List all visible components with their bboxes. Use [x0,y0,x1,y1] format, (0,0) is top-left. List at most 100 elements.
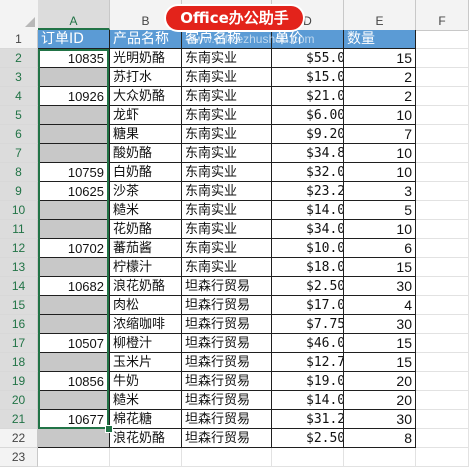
empty-cell-f[interactable] [416,49,469,68]
product-cell[interactable]: 光明奶酪 [110,49,182,68]
empty-cell-f[interactable] [416,372,469,391]
order-id-cell[interactable]: 10702 [38,239,110,258]
empty-cell-f[interactable] [416,277,469,296]
price-cell[interactable]: $19.00 [272,372,344,391]
price-cell[interactable]: $10.00 [272,239,344,258]
order-id-cell[interactable] [38,315,110,334]
customer-cell[interactable]: 坦森行贸易 [182,334,272,353]
row-header[interactable]: 14 [0,277,38,296]
product-cell[interactable]: 龙虾 [110,106,182,125]
order-id-cell[interactable] [38,68,110,87]
product-cell[interactable]: 酸奶酪 [110,144,182,163]
empty-cell[interactable] [344,448,416,467]
product-cell[interactable]: 花奶酪 [110,220,182,239]
customer-cell[interactable]: 东南实业 [182,201,272,220]
product-cell[interactable]: 牛奶 [110,372,182,391]
customer-cell[interactable]: 东南实业 [182,182,272,201]
price-cell[interactable]: $17.00 [272,296,344,315]
row-header[interactable]: 9 [0,182,38,201]
order-id-cell[interactable]: 10759 [38,163,110,182]
product-cell[interactable]: 蕃茄酱 [110,239,182,258]
customer-cell[interactable]: 东南实业 [182,125,272,144]
order-id-cell[interactable]: 10856 [38,372,110,391]
row-header[interactable]: 10 [0,201,38,220]
empty-cell-f[interactable] [416,87,469,106]
product-cell[interactable]: 白奶酪 [110,163,182,182]
column-header-E[interactable]: E [344,0,416,30]
row-header[interactable]: 6 [0,125,38,144]
order-id-cell[interactable] [38,258,110,277]
empty-cell-f[interactable] [416,429,469,448]
empty-cell-f[interactable] [416,106,469,125]
price-cell[interactable]: $18.00 [272,258,344,277]
row-header[interactable]: 11 [0,220,38,239]
customer-cell[interactable]: 坦森行贸易 [182,296,272,315]
quantity-cell[interactable]: 10 [344,163,416,182]
price-cell[interactable]: $12.75 [272,353,344,372]
quantity-cell[interactable]: 2 [344,68,416,87]
price-cell[interactable]: $34.00 [272,220,344,239]
product-cell[interactable]: 沙茶 [110,182,182,201]
order-id-cell[interactable]: 10926 [38,87,110,106]
quantity-cell[interactable]: 2 [344,87,416,106]
product-cell[interactable]: 浓缩咖啡 [110,315,182,334]
product-cell[interactable]: 柳橙汁 [110,334,182,353]
empty-cell-f[interactable] [416,163,469,182]
price-cell[interactable]: $32.00 [272,163,344,182]
product-cell[interactable]: 肉松 [110,296,182,315]
row-header[interactable]: 23 [0,448,38,467]
price-cell[interactable]: $31.23 [272,410,344,429]
empty-cell-f[interactable] [416,182,469,201]
empty-cell-f[interactable] [416,296,469,315]
empty-cell-f[interactable] [416,353,469,372]
customer-cell[interactable]: 东南实业 [182,68,272,87]
quantity-cell[interactable]: 20 [344,391,416,410]
quantity-cell[interactable]: 15 [344,353,416,372]
quantity-cell[interactable]: 20 [344,372,416,391]
quantity-cell[interactable]: 30 [344,410,416,429]
product-cell[interactable]: 柠檬汁 [110,258,182,277]
product-cell[interactable]: 大众奶酪 [110,87,182,106]
customer-cell[interactable]: 东南实业 [182,87,272,106]
row-header[interactable]: 22 [0,429,38,448]
price-cell[interactable]: $21.00 [272,87,344,106]
quantity-cell[interactable]: 10 [344,144,416,163]
customer-cell[interactable]: 坦森行贸易 [182,372,272,391]
row-header[interactable]: 2 [0,49,38,68]
row-header[interactable]: 19 [0,372,38,391]
customer-cell[interactable]: 东南实业 [182,220,272,239]
quantity-cell[interactable]: 30 [344,277,416,296]
select-all-corner[interactable] [0,0,39,30]
cell-f1[interactable] [416,30,469,49]
row-header[interactable]: 1 [0,30,38,49]
empty-cell[interactable] [272,448,344,467]
customer-cell[interactable]: 坦森行贸易 [182,277,272,296]
row-header[interactable]: 18 [0,353,38,372]
quantity-cell[interactable]: 8 [344,429,416,448]
price-cell[interactable]: $14.00 [272,391,344,410]
price-cell[interactable]: $6.00 [272,106,344,125]
price-cell[interactable]: $34.80 [272,144,344,163]
empty-cell-f[interactable] [416,125,469,144]
order-id-cell[interactable] [38,391,110,410]
order-id-cell[interactable] [38,201,110,220]
customer-cell[interactable]: 东南实业 [182,49,272,68]
quantity-cell[interactable]: 10 [344,220,416,239]
price-cell[interactable]: $46.00 [272,334,344,353]
empty-cell-f[interactable] [416,220,469,239]
order-id-cell[interactable] [38,106,110,125]
quantity-cell[interactable]: 6 [344,239,416,258]
row-header[interactable]: 8 [0,163,38,182]
customer-cell[interactable]: 东南实业 [182,239,272,258]
quantity-cell[interactable]: 5 [344,201,416,220]
order-id-cell[interactable] [38,220,110,239]
quantity-cell[interactable]: 15 [344,49,416,68]
quantity-cell[interactable]: 4 [344,296,416,315]
customer-cell[interactable]: 坦森行贸易 [182,410,272,429]
row-header[interactable]: 21 [0,410,38,429]
product-cell[interactable]: 浪花奶酪 [110,277,182,296]
customer-cell[interactable]: 坦森行贸易 [182,429,272,448]
empty-cell-f[interactable] [416,391,469,410]
column-header-F[interactable]: F [416,0,469,30]
quantity-cell[interactable]: 30 [344,315,416,334]
